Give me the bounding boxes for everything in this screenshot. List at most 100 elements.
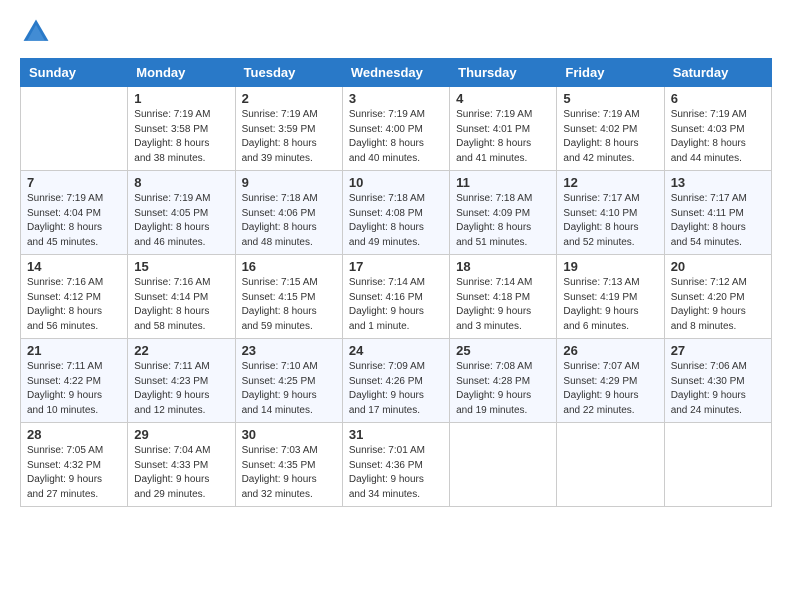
day-number: 23 — [242, 343, 336, 358]
day-number: 6 — [671, 91, 765, 106]
day-number: 12 — [563, 175, 657, 190]
day-info: Sunrise: 7:11 AM Sunset: 4:22 PM Dayligh… — [27, 360, 121, 418]
day-number: 8 — [134, 175, 228, 190]
calendar-cell: 15 Sunrise: 7:16 AM Sunset: 4:14 PM Dayli… — [128, 255, 235, 339]
weekday-header-wednesday: Wednesday — [342, 59, 449, 87]
calendar-cell: 19 Sunrise: 7:13 AM Sunset: 4:19 PM Dayli… — [557, 255, 664, 339]
day-info: Sunrise: 7:19 AM Sunset: 4:04 PM Dayligh… — [27, 192, 121, 250]
day-info: Sunrise: 7:15 AM Sunset: 4:15 PM Dayligh… — [242, 276, 336, 334]
day-info: Sunrise: 7:18 AM Sunset: 4:08 PM Dayligh… — [349, 192, 443, 250]
day-info: Sunrise: 7:19 AM Sunset: 3:58 PM Dayligh… — [134, 108, 228, 166]
day-number: 29 — [134, 427, 228, 442]
day-info: Sunrise: 7:16 AM Sunset: 4:12 PM Dayligh… — [27, 276, 121, 334]
calendar-cell: 20Sunrise: 7:12 AM Sunset: 4:20 PM Dayli… — [664, 255, 771, 339]
calendar-cell: 10 Sunrise: 7:18 AM Sunset: 4:08 PM Dayli… — [342, 171, 449, 255]
weekday-header-sunday: Sunday — [21, 59, 128, 87]
calendar-week-5: 28Sunrise: 7:05 AM Sunset: 4:32 PM Dayli… — [21, 423, 772, 507]
day-number: 4 — [456, 91, 550, 106]
weekday-header-friday: Friday — [557, 59, 664, 87]
calendar-cell: 3Sunrise: 7:19 AM Sunset: 4:00 PM Daylig… — [342, 87, 449, 171]
calendar-cell: 4 Sunrise: 7:19 AM Sunset: 4:01 PM Daylig… — [450, 87, 557, 171]
day-info: Sunrise: 7:19 AM Sunset: 4:01 PM Dayligh… — [456, 108, 550, 166]
calendar-cell: 16 Sunrise: 7:15 AM Sunset: 4:15 PM Dayli… — [235, 255, 342, 339]
calendar-week-3: 14 Sunrise: 7:16 AM Sunset: 4:12 PM Dayli… — [21, 255, 772, 339]
calendar-cell: 29 Sunrise: 7:04 AM Sunset: 4:33 PM Dayli… — [128, 423, 235, 507]
logo — [20, 16, 56, 48]
calendar-cell: 8 Sunrise: 7:19 AM Sunset: 4:05 PM Daylig… — [128, 171, 235, 255]
day-info: Sunrise: 7:12 AM Sunset: 4:20 PM Dayligh… — [671, 276, 765, 334]
calendar-cell: 30 Sunrise: 7:03 AM Sunset: 4:35 PM Dayli… — [235, 423, 342, 507]
weekday-header-thursday: Thursday — [450, 59, 557, 87]
day-info: Sunrise: 7:19 AM Sunset: 4:05 PM Dayligh… — [134, 192, 228, 250]
day-info: Sunrise: 7:11 AM Sunset: 4:23 PM Dayligh… — [134, 360, 228, 418]
calendar-cell: 1 Sunrise: 7:19 AM Sunset: 3:58 PM Daylig… — [128, 87, 235, 171]
calendar-cell: 25 Sunrise: 7:08 AM Sunset: 4:28 PM Dayli… — [450, 339, 557, 423]
day-number: 26 — [563, 343, 657, 358]
calendar-cell: 13 Sunrise: 7:17 AM Sunset: 4:11 PM Dayli… — [664, 171, 771, 255]
day-info: Sunrise: 7:06 AM Sunset: 4:30 PM Dayligh… — [671, 360, 765, 418]
calendar-cell: 14 Sunrise: 7:16 AM Sunset: 4:12 PM Dayli… — [21, 255, 128, 339]
day-number: 3 — [349, 91, 443, 106]
day-info: Sunrise: 7:01 AM Sunset: 4:36 PM Dayligh… — [349, 444, 443, 502]
day-number: 28 — [27, 427, 121, 442]
calendar-cell: 7 Sunrise: 7:19 AM Sunset: 4:04 PM Daylig… — [21, 171, 128, 255]
day-number: 30 — [242, 427, 336, 442]
day-number: 21 — [27, 343, 121, 358]
day-number: 15 — [134, 259, 228, 274]
day-number: 16 — [242, 259, 336, 274]
calendar-cell — [557, 423, 664, 507]
day-info: Sunrise: 7:19 AM Sunset: 4:02 PM Dayligh… — [563, 108, 657, 166]
calendar-week-2: 7 Sunrise: 7:19 AM Sunset: 4:04 PM Daylig… — [21, 171, 772, 255]
day-number: 1 — [134, 91, 228, 106]
day-info: Sunrise: 7:14 AM Sunset: 4:16 PM Dayligh… — [349, 276, 443, 334]
day-info: Sunrise: 7:13 AM Sunset: 4:19 PM Dayligh… — [563, 276, 657, 334]
calendar-cell: 21 Sunrise: 7:11 AM Sunset: 4:22 PM Dayli… — [21, 339, 128, 423]
calendar-cell: 18Sunrise: 7:14 AM Sunset: 4:18 PM Dayli… — [450, 255, 557, 339]
calendar-cell: 28Sunrise: 7:05 AM Sunset: 4:32 PM Dayli… — [21, 423, 128, 507]
day-number: 2 — [242, 91, 336, 106]
calendar-week-4: 21 Sunrise: 7:11 AM Sunset: 4:22 PM Dayli… — [21, 339, 772, 423]
calendar-cell: 9Sunrise: 7:18 AM Sunset: 4:06 PM Daylig… — [235, 171, 342, 255]
day-number: 7 — [27, 175, 121, 190]
day-number: 11 — [456, 175, 550, 190]
calendar-cell: 17 Sunrise: 7:14 AM Sunset: 4:16 PM Dayli… — [342, 255, 449, 339]
day-info: Sunrise: 7:08 AM Sunset: 4:28 PM Dayligh… — [456, 360, 550, 418]
day-info: Sunrise: 7:04 AM Sunset: 4:33 PM Dayligh… — [134, 444, 228, 502]
weekday-header-row: SundayMondayTuesdayWednesdayThursdayFrid… — [21, 59, 772, 87]
day-info: Sunrise: 7:18 AM Sunset: 4:09 PM Dayligh… — [456, 192, 550, 250]
calendar-week-1: 1 Sunrise: 7:19 AM Sunset: 3:58 PM Daylig… — [21, 87, 772, 171]
day-number: 27 — [671, 343, 765, 358]
day-number: 13 — [671, 175, 765, 190]
calendar-cell: 2 Sunrise: 7:19 AM Sunset: 3:59 PM Daylig… — [235, 87, 342, 171]
day-info: Sunrise: 7:19 AM Sunset: 3:59 PM Dayligh… — [242, 108, 336, 166]
page: SundayMondayTuesdayWednesdayThursdayFrid… — [0, 0, 792, 612]
calendar-cell — [21, 87, 128, 171]
calendar-table: SundayMondayTuesdayWednesdayThursdayFrid… — [20, 58, 772, 507]
logo-icon — [20, 16, 52, 48]
weekday-header-monday: Monday — [128, 59, 235, 87]
day-info: Sunrise: 7:14 AM Sunset: 4:18 PM Dayligh… — [456, 276, 550, 334]
calendar-cell: 24Sunrise: 7:09 AM Sunset: 4:26 PM Dayli… — [342, 339, 449, 423]
calendar-cell: 6 Sunrise: 7:19 AM Sunset: 4:03 PM Daylig… — [664, 87, 771, 171]
day-info: Sunrise: 7:16 AM Sunset: 4:14 PM Dayligh… — [134, 276, 228, 334]
weekday-header-saturday: Saturday — [664, 59, 771, 87]
calendar-cell: 31Sunrise: 7:01 AM Sunset: 4:36 PM Dayli… — [342, 423, 449, 507]
day-info: Sunrise: 7:07 AM Sunset: 4:29 PM Dayligh… — [563, 360, 657, 418]
day-number: 10 — [349, 175, 443, 190]
day-info: Sunrise: 7:09 AM Sunset: 4:26 PM Dayligh… — [349, 360, 443, 418]
calendar-cell: 26 Sunrise: 7:07 AM Sunset: 4:29 PM Dayli… — [557, 339, 664, 423]
weekday-header-tuesday: Tuesday — [235, 59, 342, 87]
day-number: 17 — [349, 259, 443, 274]
day-info: Sunrise: 7:03 AM Sunset: 4:35 PM Dayligh… — [242, 444, 336, 502]
day-number: 19 — [563, 259, 657, 274]
day-info: Sunrise: 7:10 AM Sunset: 4:25 PM Dayligh… — [242, 360, 336, 418]
day-number: 5 — [563, 91, 657, 106]
day-info: Sunrise: 7:17 AM Sunset: 4:10 PM Dayligh… — [563, 192, 657, 250]
header — [20, 16, 772, 48]
day-info: Sunrise: 7:19 AM Sunset: 4:03 PM Dayligh… — [671, 108, 765, 166]
day-number: 25 — [456, 343, 550, 358]
day-info: Sunrise: 7:17 AM Sunset: 4:11 PM Dayligh… — [671, 192, 765, 250]
day-number: 14 — [27, 259, 121, 274]
calendar-cell: 12 Sunrise: 7:17 AM Sunset: 4:10 PM Dayli… — [557, 171, 664, 255]
day-info: Sunrise: 7:18 AM Sunset: 4:06 PM Dayligh… — [242, 192, 336, 250]
